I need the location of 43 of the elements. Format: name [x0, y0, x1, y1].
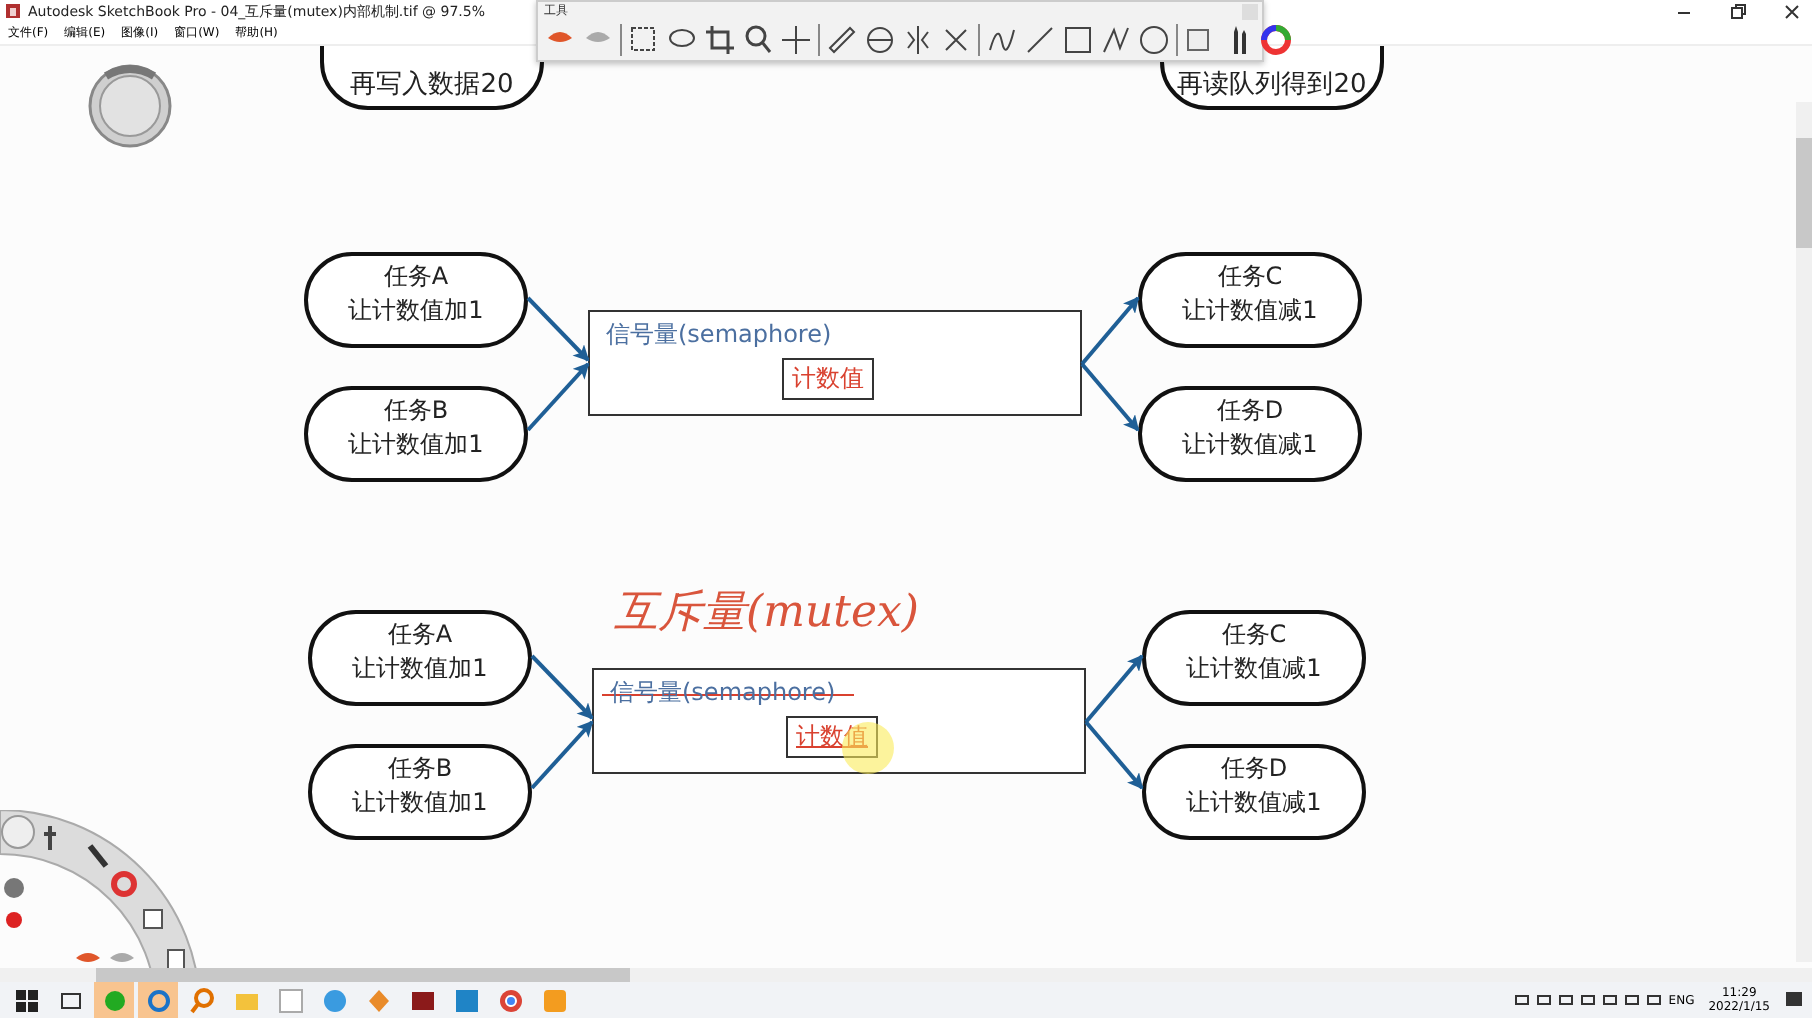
task-node: 任务B 让计数值加1 [308, 744, 532, 840]
task-node: 任务A 让计数值加1 [304, 252, 528, 348]
restore-icon[interactable] [1728, 1, 1748, 21]
task-node: 任务D 让计数值减1 [1142, 744, 1366, 840]
sync-icon[interactable] [143, 985, 173, 1015]
color-wheel-icon[interactable] [1258, 22, 1294, 58]
move-icon[interactable] [778, 22, 814, 58]
task-node: 任务A 让计数值加1 [308, 610, 532, 706]
task-node: 任务D 让计数值减1 [1138, 386, 1362, 482]
arrow [530, 720, 594, 790]
search-icon[interactable] [740, 22, 776, 58]
arrow [1084, 720, 1144, 790]
task-node: 任务B 让计数值加1 [304, 386, 528, 482]
handwritten-note: 互斥量(mutex) [614, 586, 919, 642]
puck-icon[interactable] [86, 62, 174, 150]
rectangle-icon[interactable] [1060, 22, 1096, 58]
app-icon [4, 2, 22, 20]
notification-icon[interactable] [1784, 990, 1804, 1010]
counter-box: 计数值 [786, 716, 878, 758]
globe-icon[interactable] [319, 985, 349, 1015]
arrow [1084, 654, 1144, 724]
cursor-highlight [842, 722, 894, 774]
scrollbar[interactable] [0, 968, 1812, 982]
polyline-icon[interactable] [1098, 22, 1134, 58]
ruler-icon[interactable] [824, 22, 860, 58]
image-icon[interactable] [451, 985, 481, 1015]
task-node: 任务C 让计数值减1 [1138, 252, 1362, 348]
scrollbar[interactable] [1796, 102, 1812, 962]
task-node: 再写入数据20 [320, 46, 544, 110]
windows-icon[interactable] [11, 985, 41, 1015]
arrow [1080, 362, 1140, 432]
ellipse-icon[interactable] [862, 22, 898, 58]
arrow [526, 362, 590, 432]
arrow [526, 296, 590, 362]
counter-box: 计数值 [782, 358, 874, 400]
circle-icon[interactable] [1136, 22, 1172, 58]
crop-icon[interactable] [702, 22, 738, 58]
line-icon[interactable] [1022, 22, 1058, 58]
arrow [1080, 296, 1140, 366]
arrow [530, 654, 594, 720]
task-node: 任务C 让计数值减1 [1142, 610, 1366, 706]
box-label: 信号量(semaphore) [606, 318, 832, 352]
browser-icon[interactable] [495, 985, 525, 1015]
